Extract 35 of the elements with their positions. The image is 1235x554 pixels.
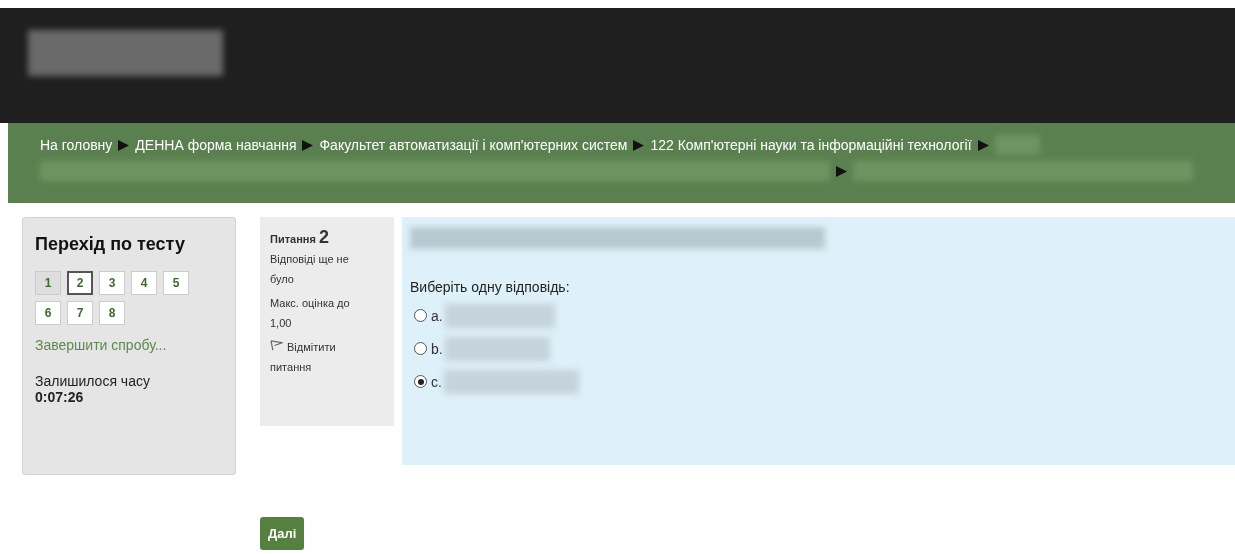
separator-icon (118, 139, 130, 151)
time-left-label: Залишилося часу (35, 373, 151, 389)
option-letter: b. (431, 340, 443, 357)
question-number: 2 (318, 227, 329, 247)
breadcrumb-link[interactable]: 122 Комп'ютерні науки та інформаційні технології (650, 137, 972, 153)
question-number-button[interactable]: 1 (35, 271, 61, 295)
option-letter: c. (431, 373, 442, 390)
question-number-button[interactable]: 3 (99, 271, 125, 295)
breadcrumb-link[interactable]: На головну (40, 137, 113, 153)
separator-icon (633, 139, 645, 151)
radio-button[interactable] (414, 375, 427, 388)
answer-status: Відповіді ще не було (270, 252, 350, 287)
separator-icon (977, 139, 989, 151)
flag-icon (270, 340, 283, 351)
question-number-button[interactable]: 2 (67, 271, 93, 295)
separator-icon (302, 139, 314, 151)
breadcrumb-link[interactable]: ДЕННА форма навчання (135, 137, 297, 153)
finish-attempt-link[interactable]: Завершити спробу... (35, 337, 223, 353)
flag-question-link[interactable]: Відмітити питання (270, 337, 364, 377)
question-number-button[interactable]: 5 (163, 271, 189, 295)
radio-button[interactable] (414, 342, 427, 355)
option-letter: a. (431, 307, 443, 324)
question-number-button[interactable]: 8 (99, 301, 125, 325)
question-label: Питання (270, 233, 316, 245)
breadcrumb-link[interactable]: Факультет автоматизації і комп'ютерних систем (319, 137, 628, 153)
answer-prompt: Виберіть одну відповідь: (410, 279, 571, 295)
panel-title: Перехід по тесту (35, 234, 186, 255)
question-number-button[interactable]: 4 (131, 271, 157, 295)
radio-button[interactable] (414, 309, 427, 322)
question-number-button[interactable]: 7 (67, 301, 93, 325)
next-button[interactable]: Далі (260, 517, 305, 550)
question-number-button[interactable]: 6 (35, 301, 61, 325)
max-grade: Макс. оцінка до 1,00 (270, 296, 351, 331)
separator-icon (836, 165, 847, 177)
timer-value: 0:07:26 (35, 389, 85, 405)
